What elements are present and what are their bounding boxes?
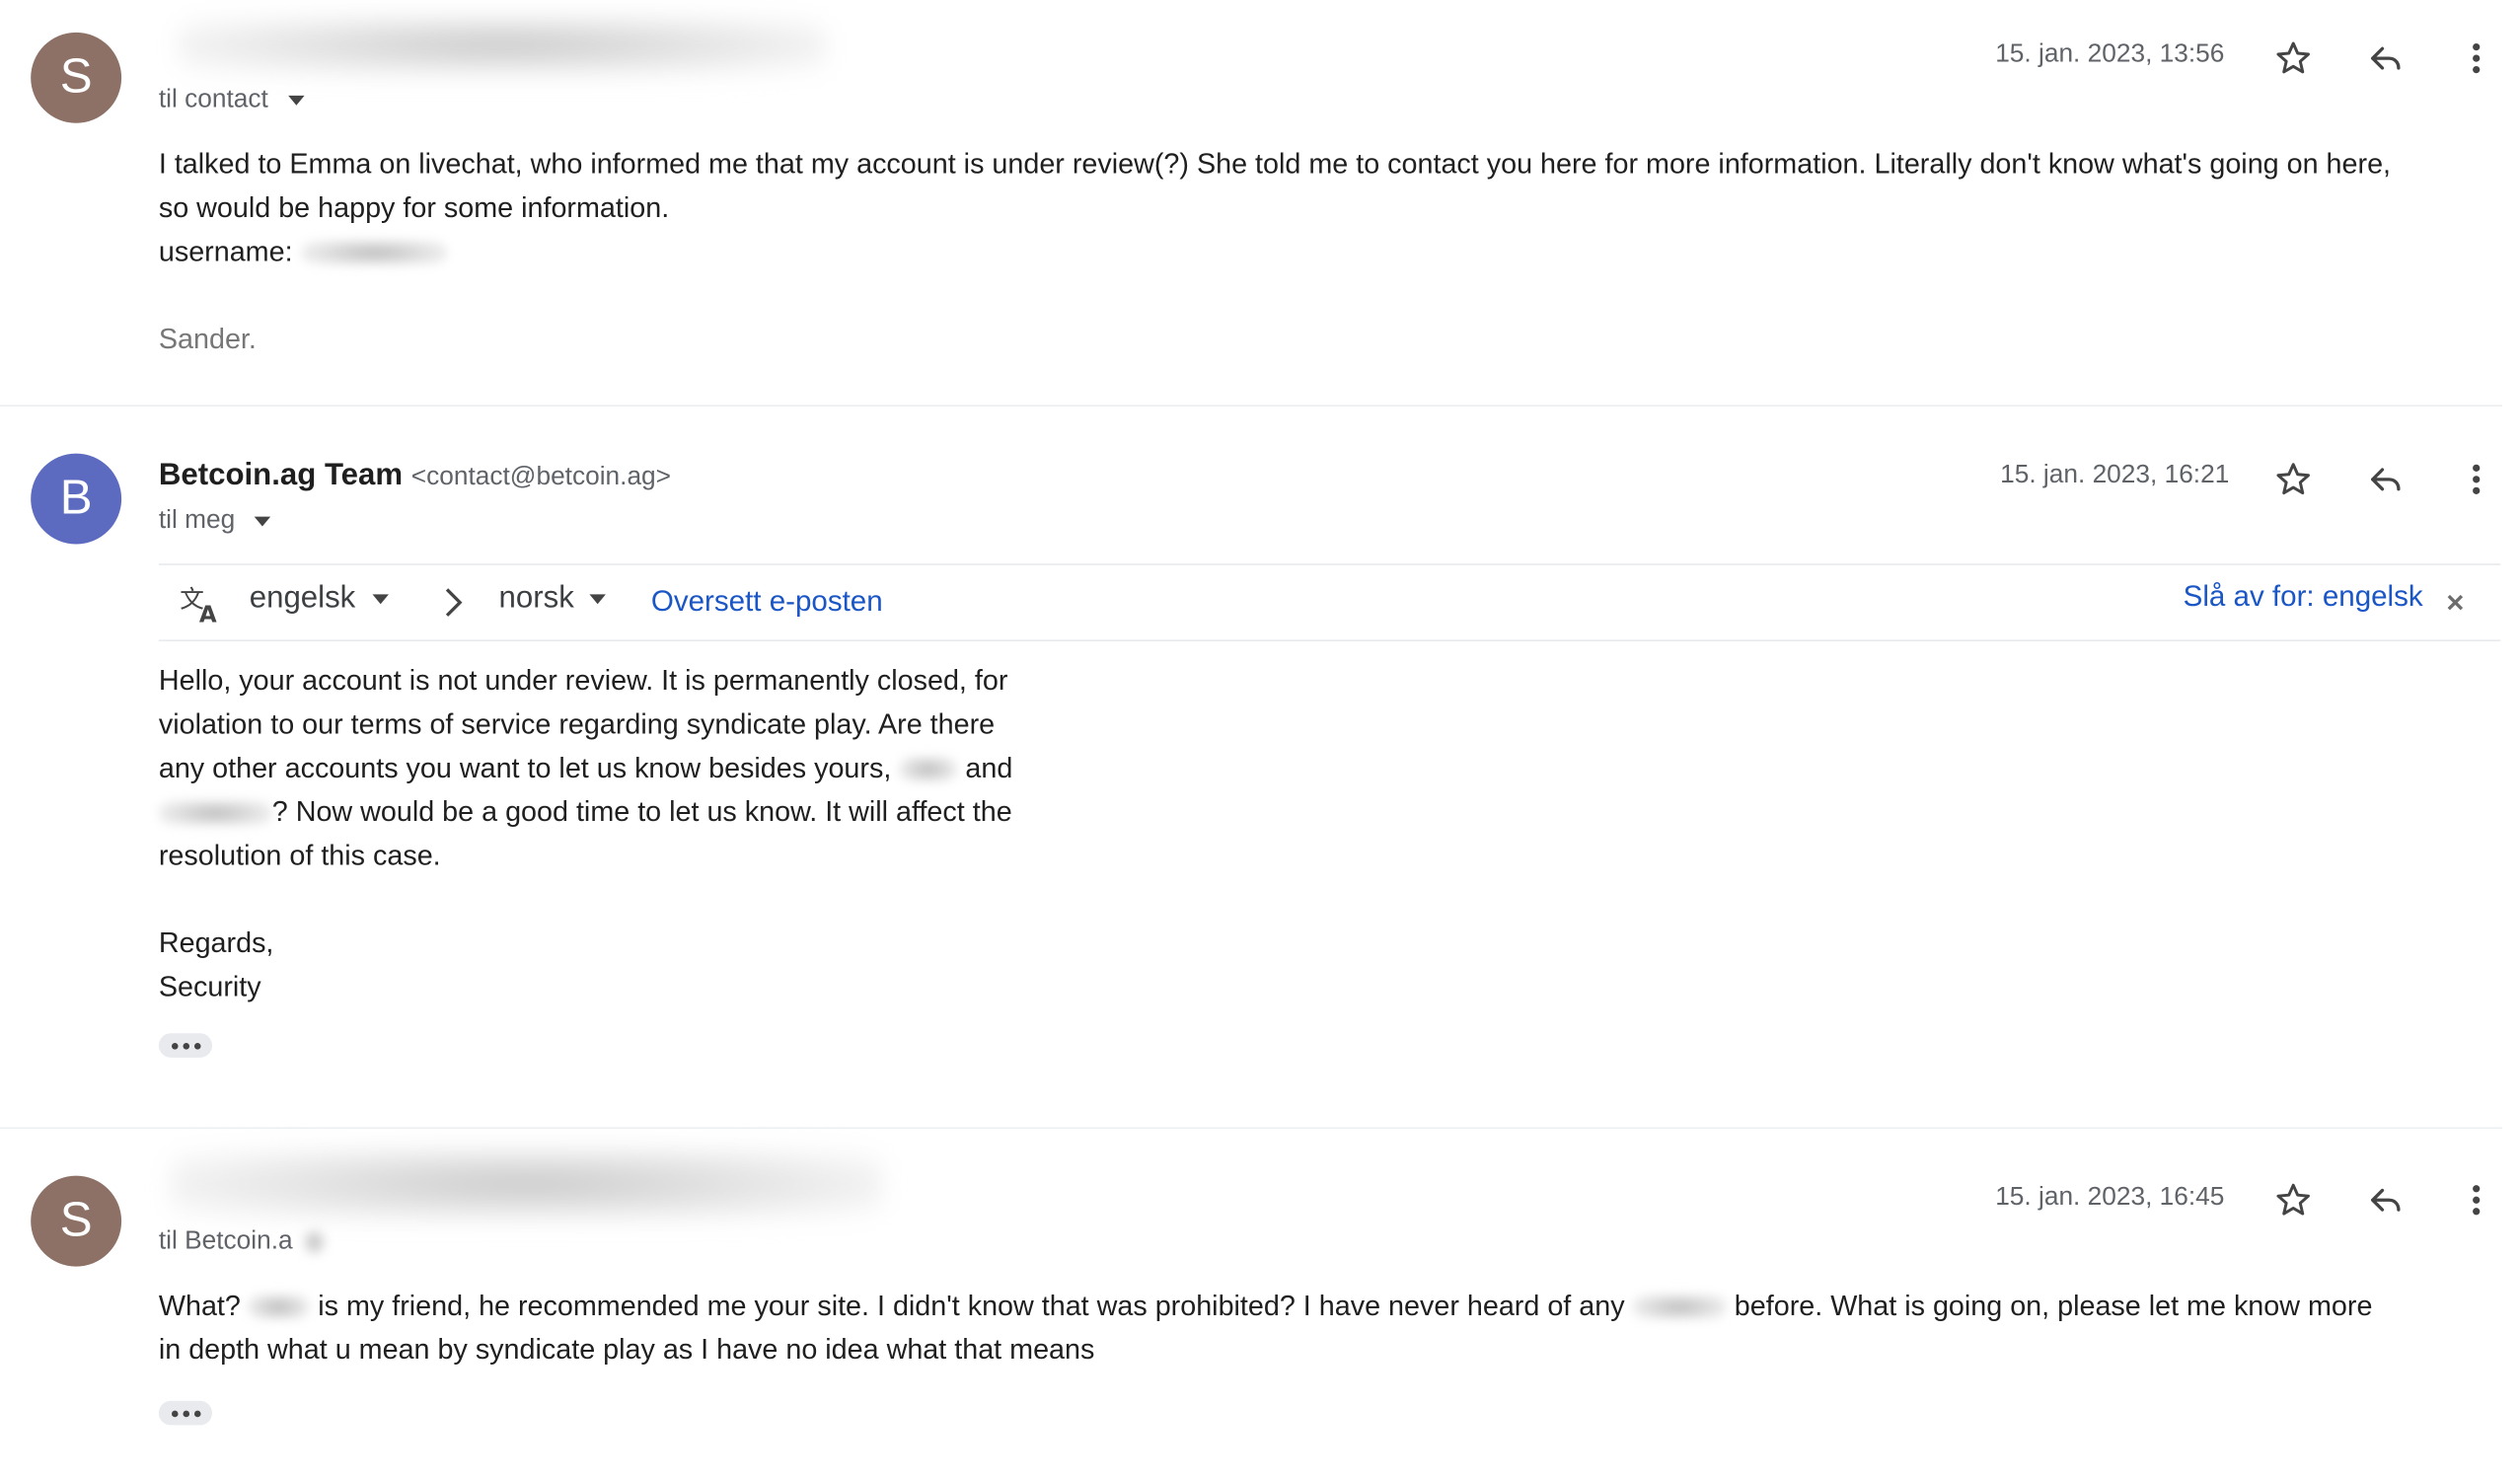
sender-name[interactable]: Betcoin.ag Team <box>159 459 403 492</box>
body-line: so would be happy for some information. <box>158 190 670 224</box>
signature: Sander. <box>158 322 257 355</box>
close-icon[interactable] <box>2432 580 2478 626</box>
translate-bar: 文 A engelsk norsk Oversett e-posten Slå … <box>158 563 2501 641</box>
redacted-name <box>248 1295 311 1321</box>
star-icon[interactable] <box>2270 457 2316 502</box>
reply-icon[interactable] <box>2363 36 2409 81</box>
message-body: What? is my friend, he recommended me yo… <box>159 1285 2507 1372</box>
message-1[interactable]: S til contact 15. jan. 2023, 13:56 I tal… <box>0 0 2520 405</box>
sender-email: <contact@betcoin.ag> <box>410 463 672 491</box>
chevron-right-icon <box>431 580 477 626</box>
show-trimmed-content-button[interactable] <box>158 1033 213 1058</box>
recipient-label: til meg <box>158 506 236 535</box>
reply-icon[interactable] <box>2363 457 2409 502</box>
svg-text:A: A <box>199 602 217 625</box>
body-line: any other accounts you want to let us kn… <box>158 751 1013 784</box>
more-vert-icon[interactable] <box>2454 457 2499 502</box>
more-vert-icon[interactable] <box>2454 1177 2499 1222</box>
recipient-label: til Betcoin.a <box>158 1227 293 1256</box>
source-language-label: engelsk <box>249 581 356 616</box>
star-icon[interactable] <box>2270 1177 2316 1222</box>
sender-line: Betcoin.ag Team <contact@betcoin.ag> <box>159 459 671 494</box>
show-trimmed-content-button[interactable] <box>158 1400 213 1426</box>
body-line: ? Now would be a good time to let us kno… <box>158 790 1131 834</box>
body-line: I talked to Emma on livechat, who inform… <box>158 147 2392 181</box>
body-line: username: <box>159 230 2507 273</box>
more-vert-icon[interactable] <box>2454 36 2499 81</box>
avatar[interactable]: S <box>31 1175 122 1267</box>
redacted-term <box>1632 1295 1727 1321</box>
avatar[interactable]: S <box>31 32 122 123</box>
message-date: 15. jan. 2023, 13:56 <box>1995 40 2225 68</box>
body-line: resolution of this case. <box>158 839 441 872</box>
source-language-select[interactable]: engelsk <box>249 581 389 617</box>
redacted-account <box>158 800 272 827</box>
translate-icon: 文 A <box>179 580 224 626</box>
body-line: What? is my friend, he recommended me yo… <box>158 1289 2373 1322</box>
body-line: Hello, your account is not under review.… <box>158 663 1008 697</box>
closing-line: Regards, <box>158 925 274 959</box>
redacted-account <box>899 757 958 783</box>
caret-down-icon <box>371 594 389 605</box>
recipient-toggle[interactable]: til contact <box>159 86 304 115</box>
redacted-sender <box>170 1147 883 1220</box>
redacted-sender <box>178 16 827 75</box>
body-line: in depth what u mean by syndicate play a… <box>158 1332 1095 1366</box>
target-language-label: norsk <box>498 581 574 616</box>
redacted-username <box>300 240 447 266</box>
reply-icon[interactable] <box>2363 1177 2409 1222</box>
caret-down-icon <box>254 516 271 527</box>
caret-down-icon <box>590 594 607 605</box>
body-line: violation to our terms of service regard… <box>158 707 996 741</box>
message-date: 15. jan. 2023, 16:21 <box>2000 461 2230 489</box>
message-3[interactable]: S til Betcoin.a 15. jan. 2023, 16:45 Wha… <box>0 1129 2520 1460</box>
email-thread: S til contact 15. jan. 2023, 13:56 I tal… <box>0 0 2520 1467</box>
message-body: Hello, your account is not under review.… <box>158 659 1131 1009</box>
turn-off-translate-link[interactable]: Slå av for: engelsk <box>2184 580 2423 614</box>
message-body: I talked to Emma on livechat, who inform… <box>159 142 2507 361</box>
message-date: 15. jan. 2023, 16:45 <box>1995 1183 2225 1212</box>
recipient-toggle[interactable]: til Betcoin.a <box>159 1227 326 1257</box>
redacted-recipient <box>302 1228 326 1256</box>
avatar[interactable]: B <box>31 453 122 545</box>
caret-down-icon <box>287 95 304 106</box>
recipient-toggle[interactable]: til meg <box>158 506 271 537</box>
star-icon[interactable] <box>2270 36 2316 81</box>
message-2[interactable]: B Betcoin.ag Team <contact@betcoin.ag> t… <box>0 407 2520 1127</box>
target-language-select[interactable]: norsk <box>499 581 607 617</box>
recipient-label: til contact <box>158 85 268 113</box>
closing-line: Security <box>158 970 261 1003</box>
translate-email-link[interactable]: Oversett e-posten <box>651 585 883 619</box>
